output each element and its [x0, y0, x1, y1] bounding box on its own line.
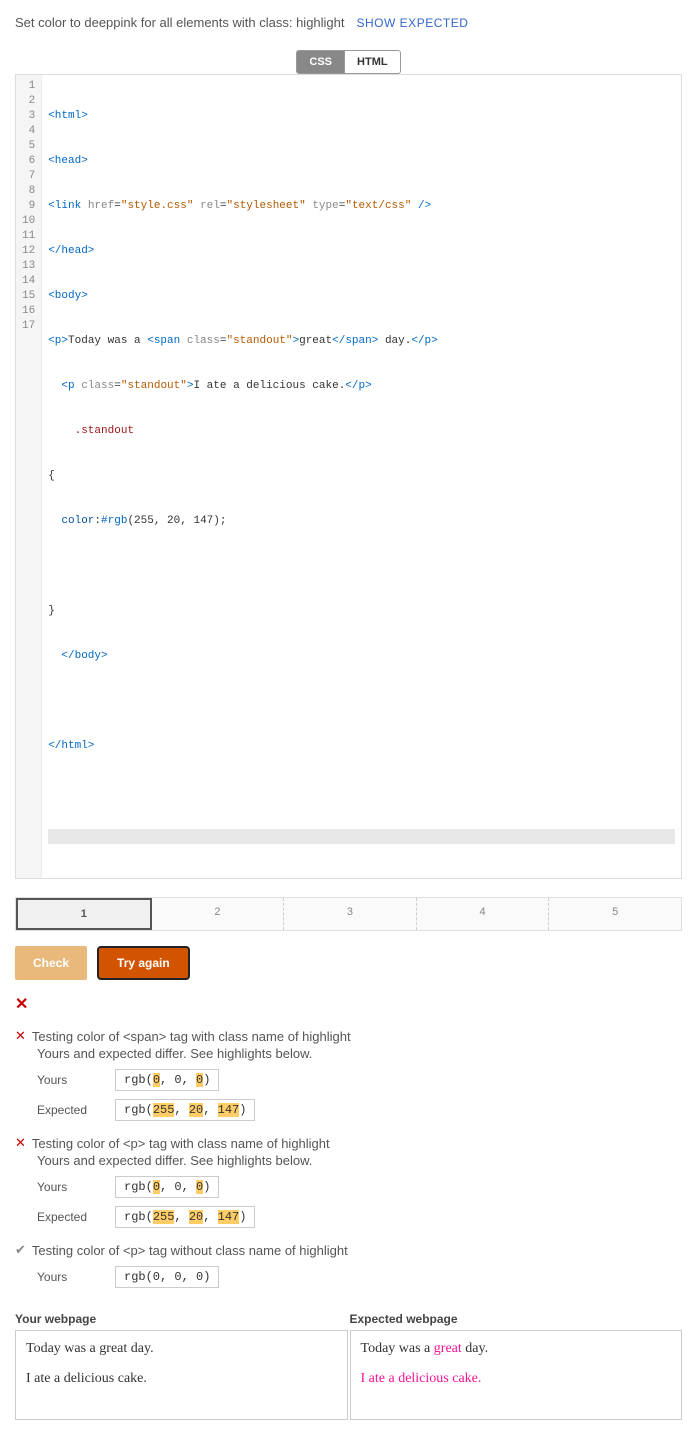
code-tabs: CSS HTML — [15, 50, 682, 74]
tab-css[interactable]: CSS — [296, 50, 345, 74]
overall-fail-icon: ✕ — [15, 994, 682, 1014]
expected-value: rgb(255, 20, 147) — [115, 1099, 255, 1121]
expected-label: Expected — [37, 1210, 97, 1224]
instruction-text: Set color to deeppink for all elements w… — [15, 15, 345, 30]
show-expected-link[interactable]: SHOW EXPECTED — [357, 16, 469, 30]
step-tabs: 1 2 3 4 5 — [15, 897, 682, 931]
step-tab-1[interactable]: 1 — [16, 898, 152, 930]
expected-value: rgb(255, 20, 147) — [115, 1206, 255, 1228]
yours-value: rgb(0, 0, 0) — [115, 1266, 219, 1288]
check-button[interactable]: Check — [15, 946, 87, 980]
test-title-text: Testing color of <p> tag without class n… — [32, 1243, 348, 1258]
test-subtext: Yours and expected differ. See highlight… — [37, 1153, 682, 1168]
your-webpage-header: Your webpage — [15, 1308, 348, 1330]
code-editor[interactable]: 1234567891011121314151617 <html> <head> … — [15, 74, 682, 879]
yours-value: rgb(0, 0, 0) — [115, 1069, 219, 1091]
try-again-button[interactable]: Try again — [97, 946, 190, 980]
test-title-text: Testing color of <span> tag with class n… — [32, 1029, 351, 1044]
step-tab-2[interactable]: 2 — [152, 898, 285, 930]
test-result-1: ✕ Testing color of <span> tag with class… — [15, 1028, 682, 1121]
step-tab-3[interactable]: 3 — [284, 898, 417, 930]
step-tab-4[interactable]: 4 — [417, 898, 550, 930]
yours-label: Yours — [37, 1180, 97, 1194]
yours-label: Yours — [37, 1270, 97, 1284]
yours-value: rgb(0, 0, 0) — [115, 1176, 219, 1198]
pass-icon: ✔ — [15, 1242, 26, 1258]
test-result-2: ✕ Testing color of <p> tag with class na… — [15, 1135, 682, 1228]
test-result-3: ✔ Testing color of <p> tag without class… — [15, 1242, 682, 1288]
step-tab-5[interactable]: 5 — [549, 898, 681, 930]
test-title-text: Testing color of <p> tag with class name… — [32, 1136, 330, 1151]
fail-icon: ✕ — [15, 1135, 26, 1151]
test-subtext: Yours and expected differ. See highlight… — [37, 1046, 682, 1061]
expected-webpage-preview: Today was a great day. I ate a delicious… — [350, 1330, 683, 1420]
yours-label: Yours — [37, 1073, 97, 1087]
expected-webpage-header: Expected webpage — [350, 1308, 683, 1330]
your-webpage-preview: Today was a great day. I ate a delicious… — [15, 1330, 348, 1420]
line-gutter: 1234567891011121314151617 — [16, 75, 42, 878]
code-area[interactable]: <html> <head> <link href="style.css" rel… — [42, 75, 681, 878]
expected-label: Expected — [37, 1103, 97, 1117]
tab-html[interactable]: HTML — [345, 50, 401, 74]
fail-icon: ✕ — [15, 1028, 26, 1044]
